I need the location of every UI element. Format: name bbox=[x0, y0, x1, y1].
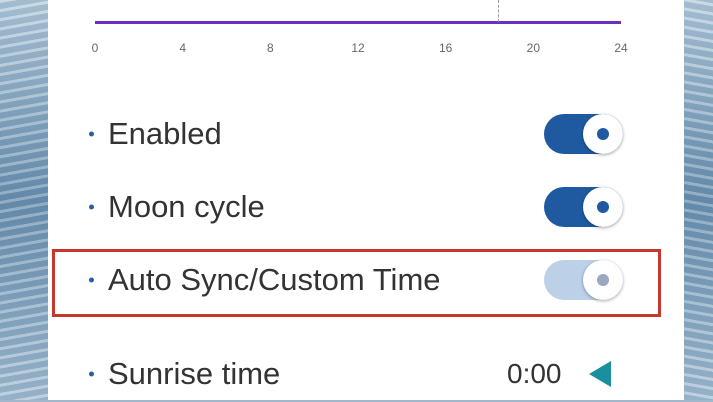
setting-row-sunrise-time: Sunrise time 0:00 bbox=[48, 346, 684, 402]
setting-label-sunrise-time: Sunrise time bbox=[108, 356, 281, 391]
settings-panel: 0 4 8 12 16 20 24 Enabled Moon cycle Auto Sync… bbox=[48, 0, 684, 400]
sunrise-time-value[interactable]: 0:00 bbox=[507, 358, 562, 390]
background-water-left bbox=[0, 0, 48, 400]
light-schedule-chart: 0 4 8 12 16 20 24 bbox=[48, 0, 684, 70]
auto-sync-toggle[interactable] bbox=[544, 260, 623, 300]
x-tick-label: 24 bbox=[614, 41, 628, 55]
setting-label-enabled: Enabled bbox=[108, 116, 222, 151]
setting-row-auto-sync: Auto Sync/Custom Time bbox=[48, 252, 684, 308]
moon-cycle-toggle[interactable] bbox=[544, 187, 623, 227]
bullet-icon bbox=[89, 277, 94, 283]
toggle-knob bbox=[583, 114, 623, 154]
chart-series-line bbox=[95, 21, 621, 24]
chart-current-time-marker bbox=[498, 0, 500, 22]
setting-row-moon-cycle: Moon cycle bbox=[48, 179, 684, 235]
toggle-knob bbox=[583, 260, 623, 300]
x-tick-label: 0 bbox=[91, 41, 99, 55]
x-tick-label: 20 bbox=[526, 41, 541, 55]
setting-label-auto-sync: Auto Sync/Custom Time bbox=[108, 262, 441, 297]
bullet-icon bbox=[89, 371, 94, 377]
bullet-icon bbox=[89, 204, 94, 210]
bullet-icon bbox=[89, 131, 94, 137]
x-tick-label: 16 bbox=[438, 41, 453, 55]
x-tick-label: 12 bbox=[351, 41, 365, 55]
toggle-knob bbox=[583, 187, 623, 227]
x-tick-label: 4 bbox=[179, 41, 186, 55]
sunrise-time-arrow-icon[interactable] bbox=[589, 361, 611, 387]
x-tick-label: 8 bbox=[266, 41, 274, 55]
setting-row-enabled: Enabled bbox=[48, 106, 684, 162]
setting-label-moon-cycle: Moon cycle bbox=[108, 189, 265, 224]
enabled-toggle[interactable] bbox=[544, 114, 623, 154]
